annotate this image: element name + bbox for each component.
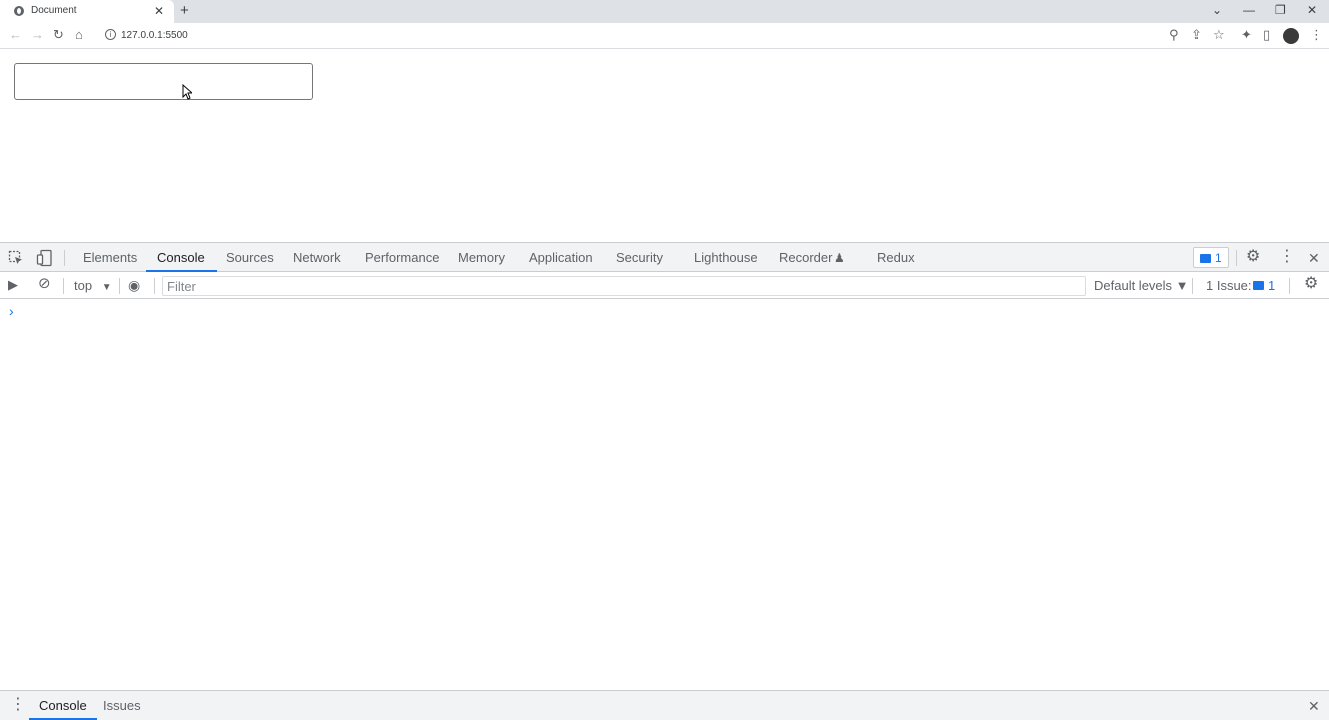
close-drawer-icon[interactable]: ✕ [1308,698,1320,714]
browser-menu-icon[interactable]: ⋮ [1310,28,1323,42]
toolbar-divider [154,278,155,294]
inspect-element-icon[interactable] [8,250,24,266]
device-toolbar-icon[interactable] [36,249,54,267]
dropdown-arrow-icon: ▼ [101,282,112,293]
drawer-tab-console[interactable]: Console [29,691,97,720]
back-button[interactable]: ← [9,28,22,42]
tab-close-icon[interactable]: ✕ [154,3,164,19]
tab-sources[interactable]: Sources [226,243,274,272]
zoom-icon[interactable]: ⚲ [1169,28,1179,42]
globe-icon [14,6,24,16]
console-prompt-icon: › [9,303,14,319]
browser-toolbar: ← → ↻ ⌂ i 127.0.0.1:5500 ⚲ ⇪ ☆ ✦ ▯ ⋮ [0,23,1329,49]
restore-button[interactable]: ❐ [1275,2,1286,18]
drawer-menu-icon[interactable]: ⋮ [10,697,26,713]
issues-button[interactable]: 1 Issue: [1206,278,1252,293]
tab-recorder[interactable]: Recorder [779,243,832,272]
share-icon[interactable]: ⇪ [1191,28,1202,42]
settings-gear-icon[interactable]: ⚙ [1246,249,1260,265]
issues-count: 1 [1268,278,1276,293]
address-bar[interactable]: 127.0.0.1:5500 [121,30,188,41]
flask-icon: ♟ [834,251,845,265]
context-selector[interactable]: top ▼ [74,278,112,293]
toolbar-divider [119,278,120,294]
site-info-icon[interactable]: i [105,29,116,40]
context-value: top [74,278,93,293]
tab-lighthouse[interactable]: Lighthouse [694,243,758,272]
toolbar-divider [63,278,64,294]
console-settings-icon[interactable]: ⚙ [1304,276,1318,292]
message-icon [1200,254,1211,263]
tab-search-icon[interactable]: ⌄ [1212,2,1222,18]
extensions-icon[interactable]: ✦ [1241,28,1252,42]
tab-title: Document [31,5,77,16]
message-count: 1 [1215,251,1222,265]
devtools-tabbar: Elements Console Sources Network Perform… [0,242,1329,272]
drawer-tab-issues[interactable]: Issues [103,691,141,720]
home-button[interactable]: ⌂ [75,28,83,42]
tab-elements[interactable]: Elements [83,243,137,272]
browser-tab[interactable]: Document ✕ [0,0,174,23]
filter-input[interactable] [163,277,1085,295]
toolbar-divider [1236,250,1237,266]
new-tab-button[interactable]: + [180,2,189,20]
console-messages-badge[interactable]: 1 [1193,247,1229,268]
issue-icon [1253,281,1264,290]
close-devtools-icon[interactable]: ✕ [1308,250,1320,266]
tab-network[interactable]: Network [293,243,341,272]
reload-button[interactable]: ↻ [53,28,64,42]
bookmark-star-icon[interactable]: ☆ [1213,28,1225,42]
forward-button[interactable]: → [31,28,44,42]
tab-application[interactable]: Application [529,243,593,272]
more-options-icon[interactable]: ⋮ [1279,249,1295,265]
toolbar-divider [64,250,65,266]
tab-security[interactable]: Security [616,243,663,272]
tab-strip: Document ✕ + ⌄ — ❐ ✕ [0,0,1329,23]
console-output[interactable]: › [0,300,1329,690]
live-expression-eye-icon[interactable]: ◉ [128,277,140,293]
mouse-pointer-icon [182,84,192,100]
console-filter[interactable] [162,276,1086,296]
profile-avatar[interactable] [1283,28,1299,44]
window-close-button[interactable]: ✕ [1307,2,1317,18]
minimize-button[interactable]: — [1243,2,1255,18]
toolbar-divider [1192,278,1193,294]
tab-console[interactable]: Console [146,243,217,272]
toolbar-divider [1289,278,1290,294]
tab-redux[interactable]: Redux [877,243,915,272]
page-viewport [0,50,1329,242]
log-levels-dropdown[interactable]: Default levels ▼ [1094,278,1189,293]
tab-performance[interactable]: Performance [365,243,439,272]
show-sidebar-icon[interactable]: ▶ [8,277,18,293]
console-toolbar: ▶ ⊘ top ▼ ◉ Default levels ▼ 1 Issue: 1 … [0,273,1329,299]
side-panel-icon[interactable]: ▯ [1263,28,1270,42]
devtools-drawer: ⋮ Console Issues ✕ [0,690,1329,720]
clear-console-icon[interactable]: ⊘ [38,276,51,292]
tab-memory[interactable]: Memory [458,243,505,272]
page-text-input[interactable] [14,63,313,100]
